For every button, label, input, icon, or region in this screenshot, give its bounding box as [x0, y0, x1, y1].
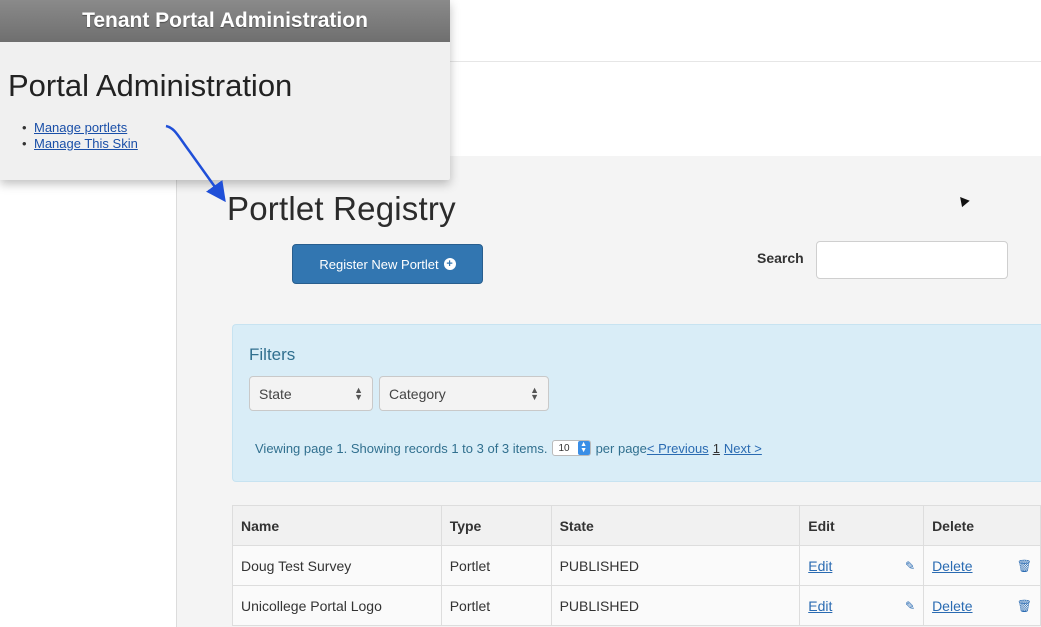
- per-page-label: per page: [595, 440, 647, 456]
- delete-link[interactable]: Delete: [932, 598, 972, 614]
- page-title: Portlet Registry: [227, 190, 456, 227]
- portlet-table: Name Type State Edit Delete Doug Test Su…: [232, 505, 1041, 626]
- screenshot-stage: Portlet Registry Register New Portlet + …: [0, 0, 1041, 627]
- list-item: Manage portlets: [22, 120, 138, 136]
- table-row: Unicollege Portal Logo Portlet PUBLISHED…: [232, 585, 1041, 626]
- table-row: Doug Test Survey Portlet PUBLISHED Edit ✎…: [232, 545, 1041, 586]
- row-delete-cell: Delete 🗑: [923, 545, 1041, 586]
- tenant-admin-panel: Tenant Portal Administration Portal Admi…: [0, 0, 450, 180]
- table-header-row: Name Type State Edit Delete: [232, 505, 1041, 546]
- per-page-value: 10: [558, 442, 570, 454]
- edit-link[interactable]: Edit: [808, 598, 832, 614]
- column-header-type[interactable]: Type: [440, 505, 552, 546]
- row-edit-cell: Edit ✎: [799, 545, 925, 586]
- state-select-value: State: [259, 385, 292, 402]
- paging-bar: Viewing page 1. Showing records 1 to 3 o…: [255, 440, 762, 456]
- manage-portlets-link[interactable]: Manage portlets: [34, 120, 127, 135]
- row-edit-cell: Edit ✎: [799, 585, 925, 626]
- category-filter-select[interactable]: Category ▲ ▼: [379, 376, 549, 411]
- list-item: Manage This Skin: [22, 136, 138, 152]
- column-header-state[interactable]: State: [550, 505, 801, 546]
- tenant-title-bar: Tenant Portal Administration: [0, 0, 450, 42]
- trash-icon[interactable]: 🗑: [1017, 599, 1032, 613]
- column-header-delete: Delete: [923, 505, 1041, 546]
- edit-link[interactable]: Edit: [808, 558, 832, 574]
- search-input[interactable]: [816, 241, 1008, 279]
- trash-icon[interactable]: 🗑: [1017, 559, 1032, 573]
- category-select-value: Category: [389, 385, 446, 402]
- row-type: Portlet: [440, 585, 552, 626]
- plus-circle-icon: +: [443, 258, 456, 270]
- pencil-square-icon[interactable]: ✎: [905, 599, 915, 613]
- up-down-arrows-icon: ▲ ▼: [354, 385, 363, 402]
- next-page-link[interactable]: Next >: [724, 441, 762, 456]
- row-name: Doug Test Survey: [232, 545, 442, 586]
- search-label: Search: [757, 250, 804, 266]
- register-button-label: Register New Portlet: [319, 256, 439, 272]
- column-header-edit: Edit: [799, 505, 925, 546]
- column-header-name[interactable]: Name: [232, 505, 442, 546]
- row-state: PUBLISHED: [550, 585, 801, 626]
- row-name: Unicollege Portal Logo: [232, 585, 442, 626]
- pencil-square-icon[interactable]: ✎: [905, 559, 915, 573]
- row-state: PUBLISHED: [550, 545, 801, 586]
- filters-title: Filters: [249, 345, 296, 364]
- portal-admin-heading: Portal Administration: [8, 68, 293, 103]
- state-filter-select[interactable]: State ▲ ▼: [249, 376, 373, 411]
- admin-links-list: Manage portlets Manage This Skin: [22, 120, 138, 152]
- divider: [450, 61, 1041, 62]
- up-down-arrows-icon: ▲ ▼: [530, 385, 539, 402]
- manage-skin-link[interactable]: Manage This Skin: [34, 136, 138, 151]
- per-page-select[interactable]: 10 ▲ ▼: [552, 440, 591, 456]
- up-down-arrows-icon: ▲ ▼: [577, 441, 590, 455]
- paging-status: Viewing page 1. Showing records 1 to 3 o…: [255, 440, 548, 456]
- current-page-link[interactable]: 1: [713, 441, 720, 456]
- previous-page-link[interactable]: < Previous: [647, 441, 709, 456]
- row-delete-cell: Delete 🗑: [923, 585, 1041, 626]
- row-type: Portlet: [440, 545, 552, 586]
- register-new-portlet-button[interactable]: Register New Portlet +: [292, 244, 483, 284]
- delete-link[interactable]: Delete: [932, 558, 972, 574]
